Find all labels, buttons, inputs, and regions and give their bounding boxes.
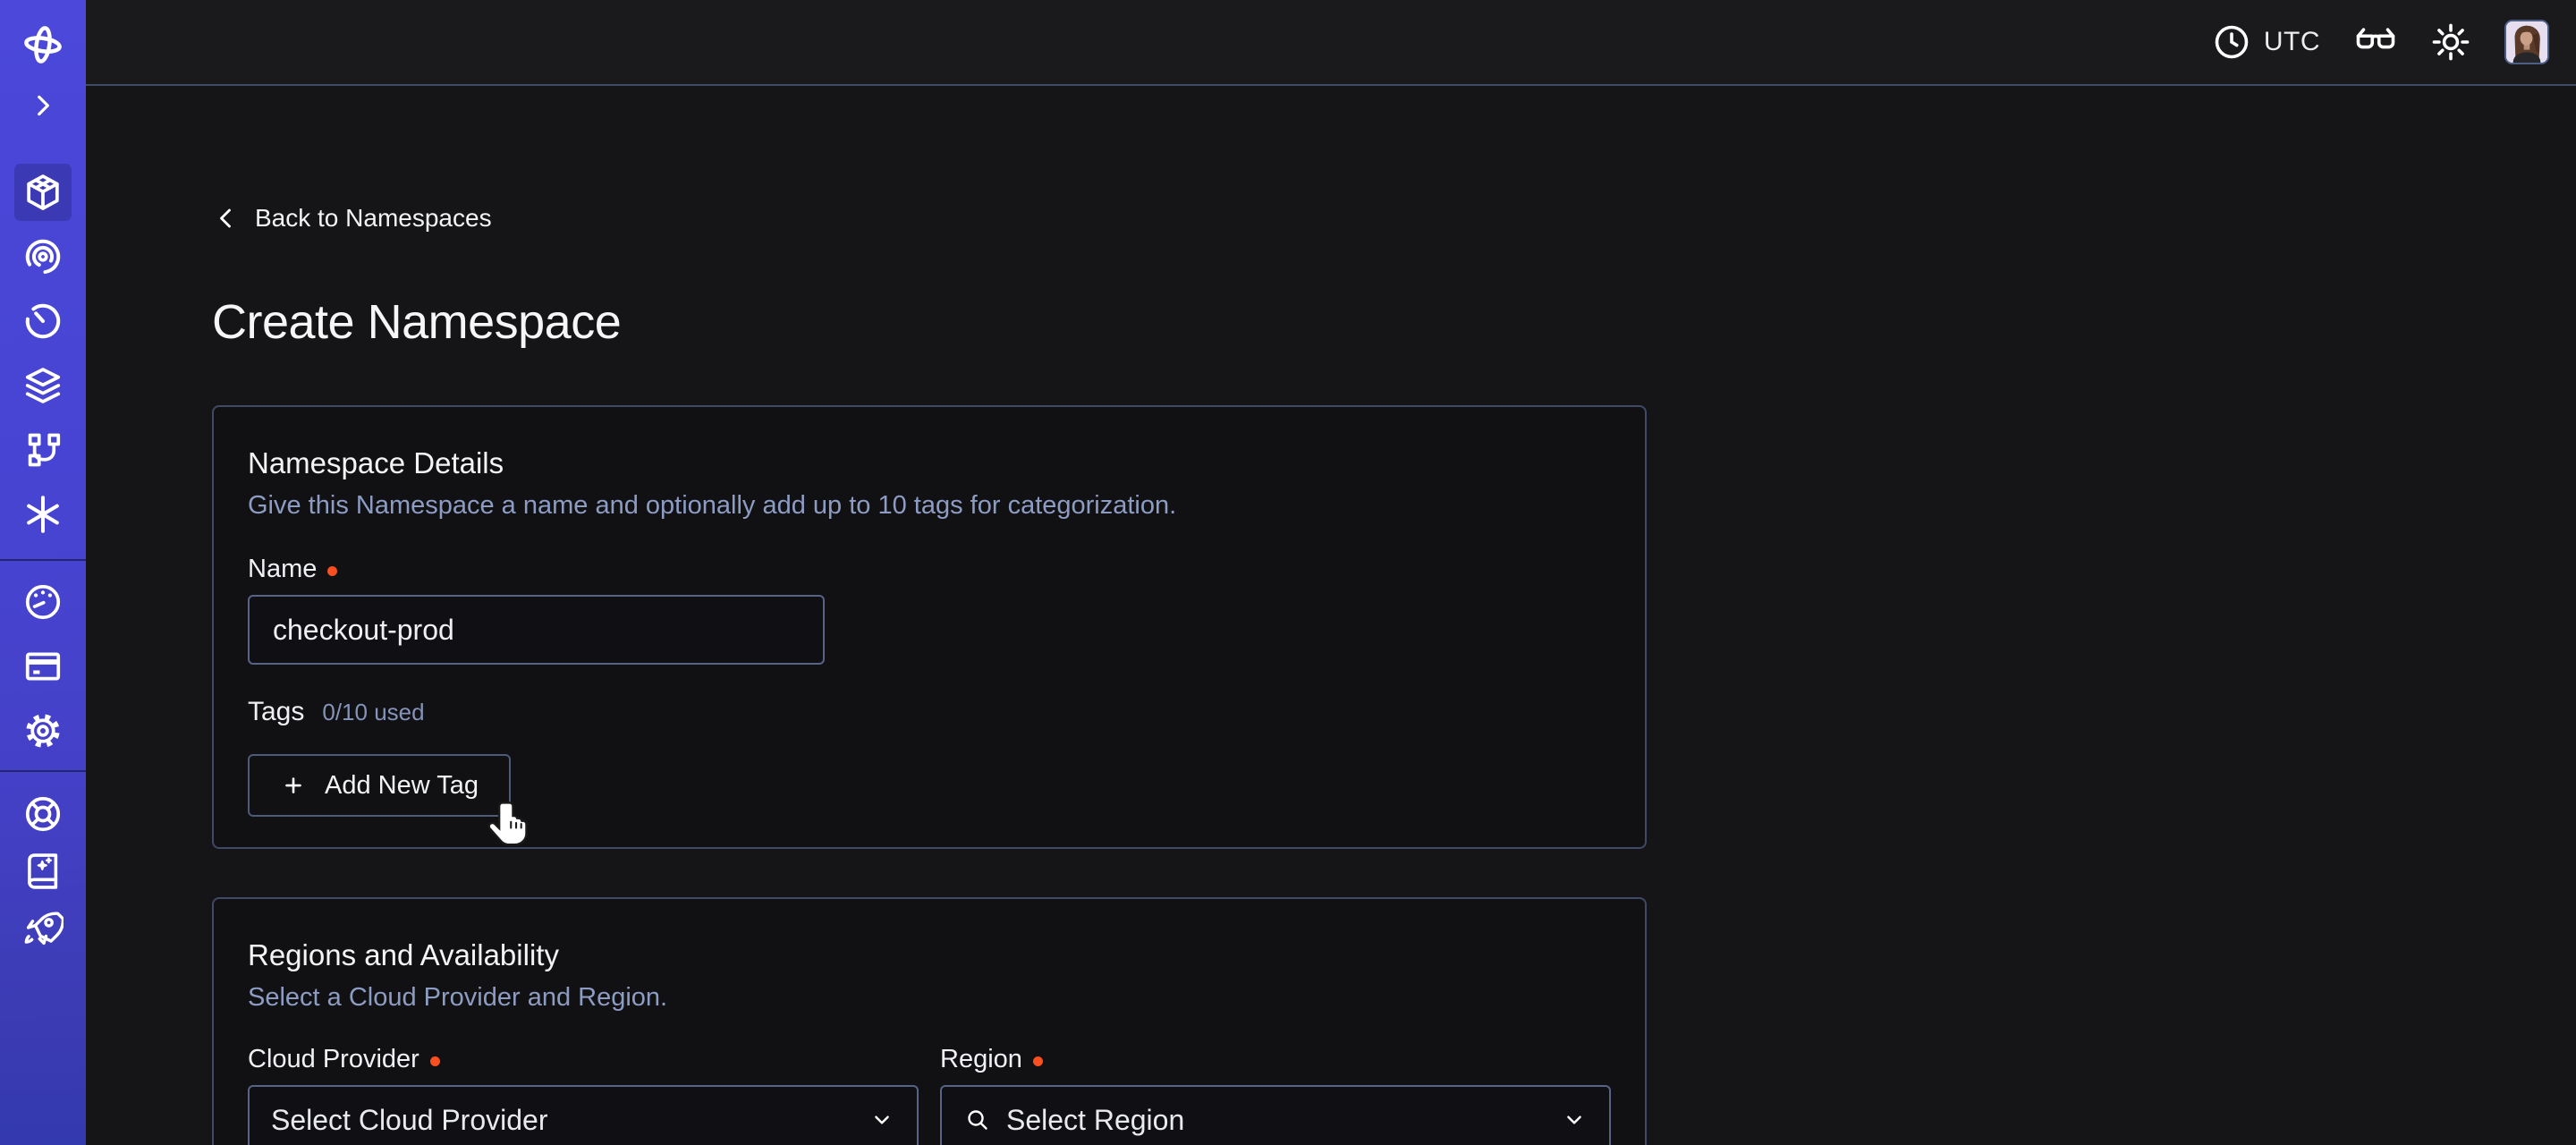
layers-deployments-icon — [22, 365, 64, 406]
cube-namespaces-icon — [22, 172, 64, 213]
timer-schedules-icon — [22, 301, 64, 342]
region-fields-grid: Cloud Provider Select Cloud Provider — [248, 1045, 1611, 1145]
region-select[interactable]: Select Region — [940, 1085, 1611, 1145]
card-subtitle: Select a Cloud Provider and Region. — [248, 983, 1611, 1013]
sidebar-item-settings[interactable] — [14, 702, 72, 759]
sidebar-divider — [0, 770, 86, 772]
glasses-icon — [2354, 21, 2397, 64]
cloud-provider-label: Cloud Provider — [248, 1045, 919, 1074]
sidebar-item-deployments[interactable] — [14, 357, 72, 414]
sidebar-item-usage[interactable] — [14, 573, 72, 631]
gauge-usage-icon — [22, 581, 64, 623]
required-dot — [1033, 1056, 1043, 1066]
card-title: Namespace Details — [248, 446, 1611, 480]
sidebar-item-docs[interactable] — [14, 843, 72, 900]
add-new-tag-label: Add New Tag — [325, 771, 479, 801]
tags-usage-counter: 0/10 used — [322, 699, 424, 726]
region-field: Region Select Region — [940, 1045, 1611, 1145]
expand-sidebar-button[interactable] — [21, 84, 64, 127]
sidebar — [0, 0, 86, 1145]
content-area: Back to Namespaces Create Namespace Name… — [86, 86, 2576, 1145]
sun-icon — [2431, 22, 2470, 62]
theme-toggle-button[interactable] — [2431, 22, 2470, 62]
asterisk-nexus-icon — [22, 494, 64, 535]
page-title: Create Namespace — [212, 294, 2576, 350]
glasses-button[interactable] — [2354, 21, 2397, 64]
user-avatar[interactable] — [2504, 20, 2549, 64]
required-dot — [327, 566, 337, 576]
sidebar-nav-group-account — [14, 573, 72, 767]
sidebar-item-workflows[interactable] — [14, 228, 72, 285]
book-docs-icon — [22, 851, 64, 892]
card-title: Regions and Availability — [248, 938, 1611, 972]
back-link-label: Back to Namespaces — [255, 204, 492, 233]
timezone-button[interactable]: UTC — [2212, 22, 2320, 62]
cloud-provider-select[interactable]: Select Cloud Provider — [248, 1085, 919, 1145]
region-label: Region — [940, 1045, 1611, 1074]
namespace-details-card: Namespace Details Give this Namespace a … — [212, 405, 1647, 849]
sidebar-item-nexus[interactable] — [14, 486, 72, 543]
sidebar-divider — [0, 559, 86, 561]
sidebar-item-batch-operations[interactable] — [14, 421, 72, 479]
sidebar-item-billing[interactable] — [14, 638, 72, 695]
chevron-down-icon — [869, 1107, 895, 1133]
chevron-down-icon — [1561, 1107, 1588, 1133]
topbar: UTC — [86, 0, 2576, 86]
chevron-left-icon — [212, 204, 241, 233]
namespace-name-input[interactable] — [248, 595, 825, 665]
regions-availability-card: Regions and Availability Select a Cloud … — [212, 897, 1647, 1145]
temporal-logo-icon — [21, 23, 64, 66]
sidebar-nav-group-main — [14, 164, 72, 550]
clock-icon — [2212, 22, 2251, 62]
back-to-namespaces-link[interactable]: Back to Namespaces — [212, 204, 492, 233]
swirl-workflows-icon — [22, 236, 64, 277]
sidebar-item-schedules[interactable] — [14, 293, 72, 350]
region-value: Select Region — [1006, 1104, 1184, 1137]
branch-batch-icon — [22, 429, 64, 471]
gear-settings-icon — [22, 710, 64, 751]
rocket-icon — [22, 908, 64, 949]
sidebar-item-getting-started[interactable] — [14, 900, 72, 957]
search-icon — [963, 1106, 992, 1134]
cloud-provider-value: Select Cloud Provider — [271, 1104, 547, 1137]
name-label: Name — [248, 555, 1611, 584]
sidebar-nav-group-help — [14, 785, 72, 957]
lifebuoy-support-icon — [22, 793, 64, 835]
timezone-label: UTC — [2264, 27, 2320, 57]
main-column: UTC — [86, 0, 2576, 1145]
cloud-provider-field: Cloud Provider Select Cloud Provider — [248, 1045, 919, 1145]
card-subtitle: Give this Namespace a name and optionall… — [248, 491, 1611, 521]
add-new-tag-button[interactable]: Add New Tag — [248, 754, 511, 817]
sidebar-item-support[interactable] — [14, 785, 72, 843]
card-billing-icon — [22, 646, 64, 687]
plus-icon — [280, 772, 307, 799]
tags-header: Tags 0/10 used — [248, 697, 1611, 727]
required-dot — [430, 1056, 440, 1066]
tags-label: Tags — [248, 697, 304, 727]
sidebar-item-namespaces[interactable] — [14, 164, 72, 221]
